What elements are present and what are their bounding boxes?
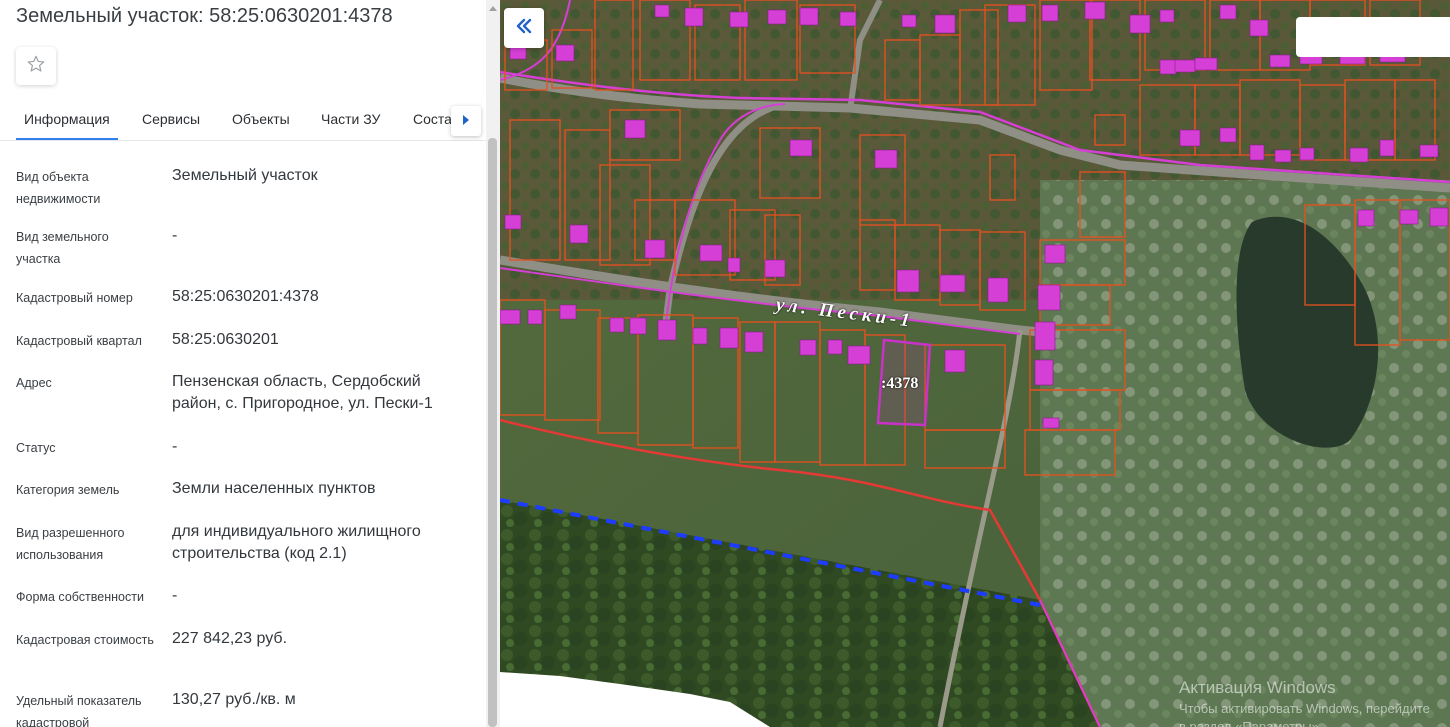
cadastral-value: 227 842,23 руб.: [172, 630, 288, 647]
tab-objects[interactable]: Объекты: [232, 111, 290, 127]
attribute-label: Удельный показатель кадастровой: [16, 694, 142, 727]
scroll-up-arrow-icon[interactable]: [486, 0, 500, 16]
favorite-button[interactable]: [16, 47, 56, 85]
address-value: Пензенская область, Сердобский район, с.…: [172, 373, 433, 412]
attribute-label: Кадастровая стоимость: [16, 633, 154, 647]
tab-information[interactable]: Информация: [24, 111, 110, 127]
tab-services[interactable]: Сервисы: [142, 111, 200, 127]
map-canvas: [500, 0, 1450, 727]
page-title: Земельный участок: 58:25:0630201:4378: [16, 5, 393, 27]
info-panel: Земельный участок: 58:25:0630201:4378 Ин…: [0, 0, 500, 727]
attribute-label: Вид земельного участка: [16, 230, 109, 266]
star-icon: [26, 54, 46, 79]
scrollbar-thumb[interactable]: [488, 138, 497, 727]
attribute-label: Форма собственности: [16, 590, 144, 604]
attribute-value: -: [172, 587, 178, 604]
attribute-value: Земли населенных пунктов: [172, 480, 376, 497]
attribute-value: -: [172, 438, 178, 455]
windows-activation-text: в раздел «Параметры»: [1179, 719, 1319, 727]
map-search-input[interactable]: [1296, 17, 1450, 57]
attribute-value: 130,27 руб./кв. м: [172, 691, 296, 708]
attribute-label: Кадастровый квартал: [16, 334, 142, 348]
attribute-label: Вид разрешенного использования: [16, 526, 125, 562]
attribute-label: Статус: [16, 441, 56, 455]
cadastral-number-value: 58:25:0630201:4378: [172, 288, 319, 305]
attribute-label: Категория земель: [16, 483, 120, 497]
caret-right-icon: [462, 112, 470, 130]
tabs-scroll-right-button[interactable]: [451, 106, 481, 136]
attribute-value: Земельный участок: [172, 167, 318, 184]
active-tab-indicator: [16, 138, 118, 140]
attribute-value: для индивидуального жилищного строительс…: [172, 523, 421, 562]
double-chevron-left-icon: [515, 18, 533, 39]
parcel-label[interactable]: :4378: [881, 375, 918, 393]
tab-parts[interactable]: Части ЗУ: [321, 111, 380, 127]
windows-activation-text: Чтобы активировать Windows, перейдите: [1179, 701, 1430, 716]
attribute-value: -: [172, 227, 178, 244]
attribute-label: Адрес: [16, 376, 52, 390]
collapse-panel-button[interactable]: [504, 8, 544, 48]
cadastral-quarter-value: 58:25:0630201: [172, 331, 279, 348]
windows-activation-title: Активация Windows: [1179, 678, 1336, 697]
attribute-label: Кадастровый номер: [16, 291, 133, 305]
satellite-map[interactable]: [500, 0, 1450, 727]
attribute-label: Вид объекта недвижимости: [16, 170, 101, 206]
tab-bar: Информация Сервисы Объекты Части ЗУ Сост…: [0, 100, 486, 141]
